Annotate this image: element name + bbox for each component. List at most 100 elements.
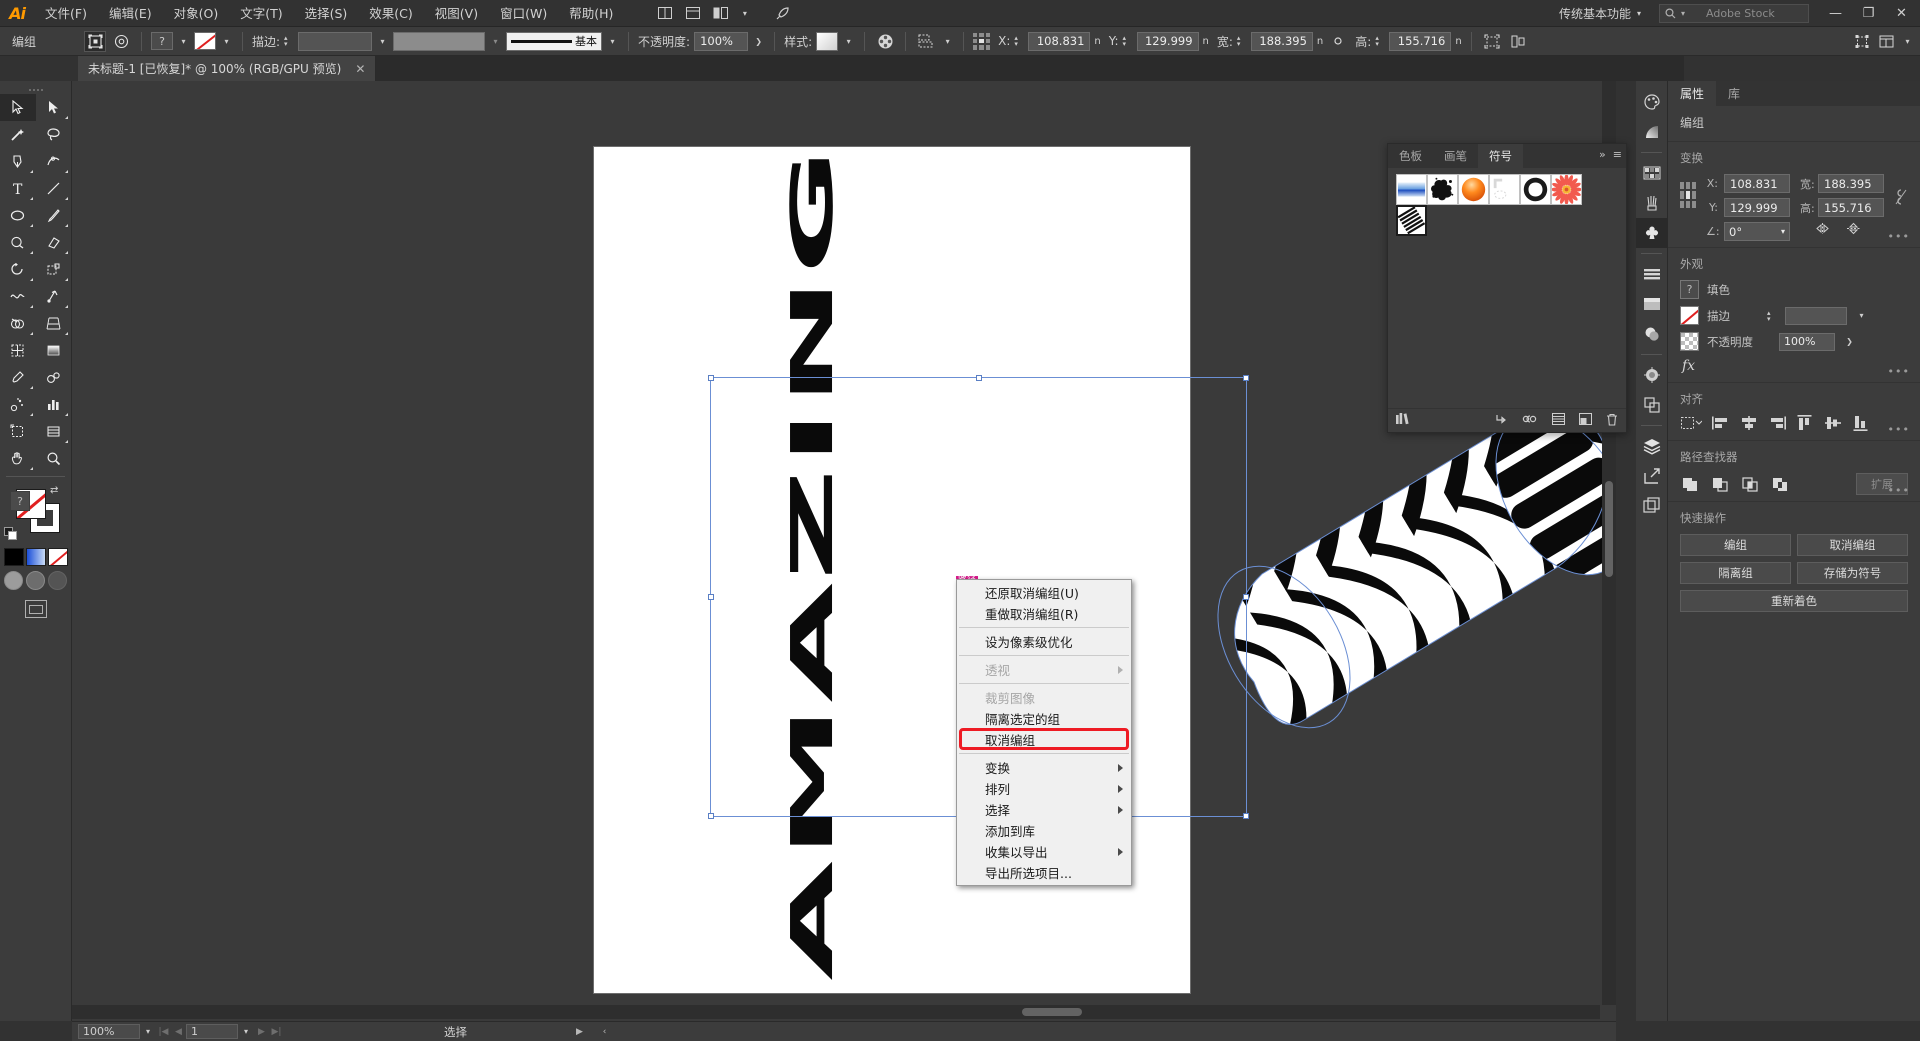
brushes-panel-icon[interactable] (1636, 188, 1668, 218)
quick-action-save-as-symbol[interactable]: 存储为符号 (1797, 562, 1908, 584)
flip-vertical-icon[interactable] (1845, 222, 1862, 238)
menu-file[interactable]: 文件(F) (34, 0, 98, 27)
paintbrush-tool[interactable] (36, 202, 72, 229)
panel-h-field[interactable]: 155.716 (1818, 198, 1884, 217)
panel-stroke-stepper[interactable]: ▴▾ (1767, 310, 1777, 322)
zoom-level-field[interactable]: 100% (78, 1024, 140, 1039)
minimize-button[interactable]: — (1819, 0, 1852, 27)
color-mode-gradient[interactable] (26, 548, 46, 566)
control-w-field[interactable]: 188.395 (1251, 32, 1313, 51)
document-tab[interactable]: 未标题-1 [已恢复]* @ 100% (RGB/GPU 预览) ✕ (78, 56, 376, 81)
ref-pt[interactable] (1692, 182, 1696, 189)
selection-tool[interactable] (0, 94, 36, 121)
control-h-field[interactable]: 155.716 (1389, 32, 1451, 51)
panel-w-field[interactable]: 188.395 (1818, 174, 1884, 193)
context-menu[interactable]: 还原取消编组(U) 重做取消编组(R) 设为像素级优化 透视 裁剪图像 隔离选定… (956, 579, 1132, 886)
panel-y-field[interactable]: 129.999 (1724, 198, 1790, 217)
panel-stroke-dropdown-icon[interactable]: ▾ (1855, 307, 1868, 325)
collapse-panel-icon[interactable]: » (1599, 148, 1606, 161)
symbol-black-ring[interactable] (1520, 174, 1551, 205)
panel-angle-field[interactable]: 0° ▾ (1724, 222, 1790, 241)
select-similar-objects-icon[interactable] (84, 31, 106, 52)
symbol-amazing-tube[interactable] (1396, 205, 1427, 236)
tube-artwork[interactable] (1154, 382, 1616, 812)
adobe-stock-search[interactable]: ▾ Adobe Stock (1659, 4, 1809, 23)
menu-window[interactable]: 窗口(W) (489, 0, 558, 27)
h-stepper[interactable]: ▴▾ (1375, 35, 1385, 47)
menu-view[interactable]: 视图(V) (424, 0, 489, 27)
workspace-switcher[interactable]: 传统基本功能 ▾ (1551, 3, 1649, 23)
appearance-more-options[interactable]: ••• (1888, 365, 1910, 378)
transform-panel-icon[interactable] (1636, 289, 1668, 319)
layout-dropdown-icon[interactable]: ▾ (738, 4, 751, 22)
transform-reference-point[interactable] (973, 33, 990, 50)
mesh-tool[interactable] (0, 337, 36, 364)
brush-dropdown-icon[interactable]: ▾ (606, 32, 619, 50)
pathfinder-icon[interactable] (1636, 390, 1668, 420)
draw-inside-mode[interactable] (48, 571, 67, 590)
status-back-icon[interactable]: ‹ (597, 1024, 612, 1039)
ctx-make-pixel-perfect[interactable]: 设为像素级优化 (957, 631, 1131, 652)
quick-action-isolate-group[interactable]: 隔离组 (1680, 562, 1791, 584)
align-dropdown-icon[interactable]: ▾ (941, 32, 954, 50)
symbol-libraries-icon[interactable] (1396, 413, 1409, 428)
align-right-icon[interactable] (1768, 415, 1786, 434)
line-segment-tool[interactable] (36, 175, 72, 202)
symbol-gradient-bar[interactable] (1396, 174, 1427, 205)
draw-normal-mode[interactable] (4, 571, 23, 590)
ctx-transform[interactable]: 变换 (957, 757, 1131, 778)
artboard-number-field[interactable]: 1 (186, 1024, 238, 1039)
eyedropper-tool[interactable] (0, 364, 36, 391)
handle-top-right[interactable] (1243, 375, 1249, 381)
fx-icon[interactable]: fx (1680, 358, 1695, 374)
panel-menu-icon[interactable]: ≡ (1613, 148, 1622, 161)
symbols-panel[interactable]: 色板 画笔 符号 » ≡ (1387, 143, 1627, 433)
pathfinder-minus-front-icon[interactable] (1710, 474, 1731, 495)
align-bottom-icon[interactable] (1852, 415, 1870, 434)
horizontal-scrollbar[interactable] (72, 1005, 1600, 1019)
swap-fill-stroke-icon[interactable]: ⇄ (50, 485, 62, 497)
magic-wand-tool[interactable] (0, 121, 36, 148)
reference-point-selector[interactable] (1680, 182, 1696, 208)
ref-pt[interactable] (1692, 191, 1696, 198)
scale-tool[interactable] (36, 256, 72, 283)
pen-tool[interactable] (0, 148, 36, 175)
menu-select[interactable]: 选择(S) (294, 0, 359, 27)
default-fill-stroke-icon[interactable] (4, 527, 17, 540)
blend-tool[interactable] (36, 364, 72, 391)
zoom-tool[interactable] (36, 445, 72, 472)
shape-builder-tool[interactable] (0, 310, 36, 337)
handle-bottom-right[interactable] (1243, 813, 1249, 819)
symbols-panel-icon[interactable] (1636, 218, 1668, 248)
quick-action-recolor[interactable]: 重新着色 (1680, 590, 1908, 612)
opacity-field[interactable]: 100% (694, 32, 748, 51)
ref-pt[interactable] (1680, 191, 1684, 198)
transform-more-options[interactable]: ••• (1888, 230, 1910, 243)
menu-object[interactable]: 对象(O) (163, 0, 230, 27)
column-graph-tool[interactable] (36, 391, 72, 418)
variable-width-profile-field[interactable] (393, 32, 485, 51)
grid-view-icon[interactable] (710, 3, 732, 24)
artboard-dropdown-icon[interactable]: ▾ (238, 1024, 254, 1039)
workspace-arrange-dropdown-icon[interactable]: ▾ (1901, 32, 1914, 50)
menu-effect[interactable]: 效果(C) (358, 0, 423, 27)
align-left-icon[interactable] (1712, 415, 1730, 434)
delete-symbol-icon[interactable] (1606, 413, 1618, 429)
tab-swatches[interactable]: 色板 (1388, 144, 1433, 168)
symbol-red-flower[interactable] (1551, 174, 1582, 205)
ctx-export-selection[interactable]: 导出所选项目... (957, 862, 1131, 883)
menu-type[interactable]: 文字(T) (229, 0, 293, 27)
gradient-tool[interactable] (36, 337, 72, 364)
shaper-tool[interactable] (0, 229, 36, 256)
stroke-swatch[interactable] (1680, 306, 1699, 325)
align-options-icon[interactable] (915, 31, 937, 52)
document-layout-icon[interactable] (682, 3, 704, 24)
first-artboard-icon[interactable]: |◀ (156, 1024, 171, 1039)
color-mode-none[interactable] (48, 548, 68, 566)
brush-definition-field[interactable]: 基本 (506, 32, 602, 51)
tab-brushes[interactable]: 画笔 (1433, 144, 1478, 168)
ctx-select[interactable]: 选择 (957, 799, 1131, 820)
symbol-options-icon[interactable] (1552, 413, 1565, 428)
artboard-tool[interactable] (0, 418, 36, 445)
arrange-documents-icon[interactable] (654, 3, 676, 24)
